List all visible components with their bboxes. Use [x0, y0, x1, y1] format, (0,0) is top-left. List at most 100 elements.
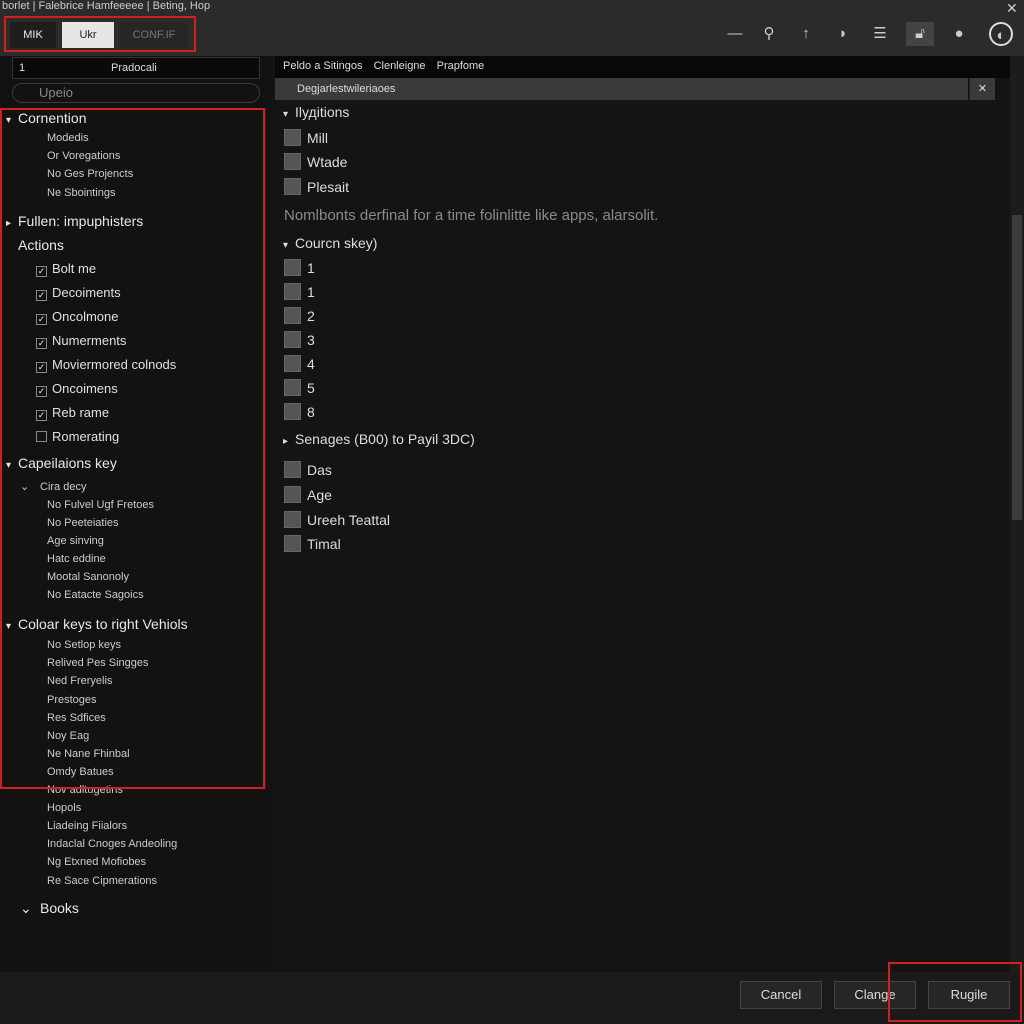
tree-group[interactable]: ▾ Coloar keys to right Vehiols [6, 616, 188, 632]
checkbox[interactable] [284, 511, 301, 528]
tree-group[interactable]: ▾ Cornention [6, 110, 87, 126]
tree-item[interactable]: Modedis [47, 132, 89, 144]
option-checkbox-item[interactable]: Timal [284, 535, 341, 552]
action-checkbox-item[interactable]: ✓ Bolt me [36, 261, 96, 277]
checkbox[interactable] [36, 431, 47, 442]
option-checkbox-item[interactable]: 8 [284, 403, 315, 420]
option-checkbox-item[interactable]: 1 [284, 259, 315, 276]
tree-item[interactable]: Ng Etxned Mofiobes [47, 856, 146, 868]
tree-item[interactable]: Hopols [47, 802, 81, 814]
tree-item[interactable]: No Setlop keys [47, 639, 121, 651]
tree-item[interactable]: Prestoges [47, 694, 97, 706]
checkbox[interactable]: ✓ [36, 410, 47, 421]
section-header[interactable]: ▾ Ilудitions [283, 104, 349, 120]
checkbox[interactable]: ✓ [36, 338, 47, 349]
option-checkbox-item[interactable]: Plesait [284, 178, 349, 195]
tab-settings[interactable]: Peldo a Sitingos [283, 60, 363, 72]
tab-prapfome[interactable]: Prapfome [437, 60, 485, 72]
tree-item[interactable]: Res Sdfices [47, 712, 106, 724]
search-input[interactable]: Upeio [12, 83, 260, 103]
expand-arrow-icon[interactable]: ▾ [6, 460, 18, 471]
tree-item[interactable]: Indaclal Cnoges Andeoling [47, 838, 177, 850]
option-checkbox-item[interactable]: 2 [284, 307, 315, 324]
shield-icon[interactable]: ◗ [831, 22, 855, 46]
checkbox[interactable] [284, 307, 301, 324]
option-checkbox-item[interactable]: Ureeh Teattal [284, 511, 390, 528]
scrollbar-thumb[interactable] [1012, 215, 1022, 520]
option-checkbox-item[interactable]: Age [284, 486, 332, 503]
action-checkbox-item[interactable]: ✓ Decoiments [36, 285, 121, 301]
checkbox[interactable] [284, 259, 301, 276]
tree-item[interactable]: Nov adltugetins [47, 784, 123, 796]
search-icon[interactable]: ⚲ [757, 22, 781, 46]
action-checkbox-item[interactable]: ✓ Oncoimens [36, 381, 118, 397]
checkbox[interactable] [284, 153, 301, 170]
lock-icon[interactable]: 🔓︎ [906, 22, 934, 46]
checkbox[interactable]: ✓ [36, 314, 47, 325]
option-checkbox-item[interactable]: Mill [284, 129, 328, 146]
tree-item[interactable]: Age sinving [47, 535, 104, 547]
checkbox[interactable] [284, 461, 301, 478]
segment-ukr[interactable]: Ukr [62, 22, 114, 48]
checkbox[interactable] [284, 535, 301, 552]
option-checkbox-item[interactable]: 4 [284, 355, 315, 372]
action-checkbox-item[interactable]: ✓ Moviermored colnods [36, 357, 176, 373]
tree-item[interactable]: No Ges Projencts [47, 168, 133, 180]
chevron-down-icon[interactable]: ⌄ [20, 480, 40, 493]
expand-arrow-icon[interactable]: ▾ [6, 621, 18, 632]
change-button[interactable]: Clange [834, 981, 916, 1009]
checkbox[interactable] [284, 178, 301, 195]
option-checkbox-item[interactable]: 1 [284, 283, 315, 300]
checkbox[interactable]: ✓ [36, 290, 47, 301]
expand-arrow-icon[interactable]: ▾ [283, 109, 295, 120]
option-checkbox-item[interactable]: Das [284, 461, 332, 478]
chevron-down-icon[interactable]: ⌄ [20, 900, 40, 917]
tree-item[interactable]: Ned Freryelis [47, 675, 112, 687]
action-checkbox-item[interactable]: ✓ Oncolmone [36, 309, 118, 325]
tree-group[interactable]: ▸ Fullen: impuphisters [6, 213, 143, 229]
option-checkbox-item[interactable]: Wtade [284, 153, 347, 170]
option-checkbox-item[interactable]: 5 [284, 379, 315, 396]
checkbox[interactable] [284, 486, 301, 503]
tree-item[interactable]: No Fulvel Ugf Fretoes [47, 499, 154, 511]
action-checkbox-item[interactable]: ✓ Reb rame [36, 405, 109, 421]
chat-icon[interactable]: ● [947, 22, 971, 46]
clear-icon[interactable]: ✕ [969, 78, 995, 100]
option-checkbox-item[interactable]: 3 [284, 331, 315, 348]
checkbox[interactable] [284, 379, 301, 396]
checkbox[interactable] [284, 331, 301, 348]
tree-item[interactable]: No Peeteiaties [47, 517, 119, 529]
tree-item[interactable]: Mootal Sanonoly [47, 571, 129, 583]
tree-group[interactable]: ▾ Capeilaions key [6, 455, 117, 471]
tree-item[interactable]: Omdy Batues [47, 766, 114, 778]
tree-subgroup[interactable]: ⌄ Cira decy [20, 480, 86, 493]
menu-icon[interactable]: ☰ [868, 22, 892, 46]
tree-item[interactable]: No Eatacte Sagoics [47, 589, 144, 601]
expand-arrow-icon[interactable]: ▾ [283, 240, 295, 251]
tree-item[interactable]: Ne Sbointings [47, 187, 116, 199]
checkbox[interactable] [284, 283, 301, 300]
pin-icon[interactable]: ↑ [794, 22, 818, 46]
tree-item[interactable]: Relived Pes Singges [47, 657, 149, 669]
tree-item[interactable]: Or Voregations [47, 150, 120, 162]
section-header[interactable]: ▸ Senages (B00) to Payil 3DC) [283, 431, 475, 447]
segment-mik[interactable]: MIK [10, 22, 56, 48]
tree-subgroup[interactable]: ⌄ Books [20, 900, 79, 917]
tree-item[interactable]: Re Sace Cipmerations [47, 875, 157, 887]
tree-item[interactable]: Hatc eddine [47, 553, 106, 565]
section-header[interactable]: ▾ Courcn skey) [283, 235, 377, 251]
tree-group[interactable]: Actions [6, 237, 64, 253]
segment-config[interactable]: CONF.IF [120, 22, 188, 48]
tree-item[interactable]: Ne Nane Fhinbal [47, 748, 130, 760]
apply-button[interactable]: Rugile [928, 981, 1010, 1009]
checkbox[interactable] [284, 129, 301, 146]
checkbox[interactable] [284, 403, 301, 420]
checkbox[interactable] [284, 355, 301, 372]
globe-icon[interactable]: ◐ [989, 22, 1013, 46]
expand-arrow-icon[interactable]: ▸ [283, 436, 295, 447]
action-checkbox-item[interactable]: Romerating [36, 429, 119, 444]
checkbox[interactable]: ✓ [36, 362, 47, 373]
tab-clenleigne[interactable]: Clenleigne [374, 60, 426, 72]
checkbox[interactable]: ✓ [36, 266, 47, 277]
name-field[interactable]: 1 Pradocali [12, 57, 260, 79]
